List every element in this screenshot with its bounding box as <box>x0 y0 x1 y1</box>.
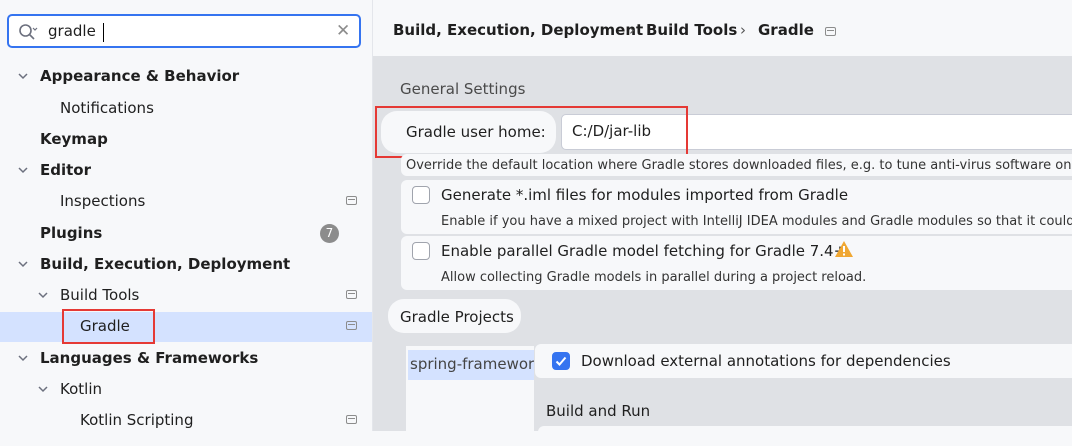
chevron-down-icon[interactable] <box>37 383 49 395</box>
checkmark-icon <box>555 356 567 366</box>
tree-item-kotlin-scripting[interactable]: Kotlin Scripting <box>0 406 372 436</box>
gradle-projects-list[interactable]: spring-framework <box>406 346 534 436</box>
tree-item-appearance-behavior[interactable]: Appearance & Behavior <box>0 62 372 92</box>
generate-iml-label[interactable]: Generate *.iml files for modules importe… <box>441 186 848 204</box>
tree-label: Build Tools <box>60 286 140 304</box>
gradle-settings-content: General Settings Gradle user home: C:/D/… <box>373 56 1072 446</box>
search-icon <box>19 24 38 40</box>
breadcrumb-separator: › <box>740 21 746 39</box>
tree-label: Notifications <box>60 99 154 117</box>
tree-label: Languages & Frameworks <box>40 349 259 367</box>
tree-label: Build, Execution, Deployment <box>40 255 291 273</box>
chevron-down-icon[interactable] <box>17 352 29 364</box>
tree-label: Inspections <box>60 192 146 210</box>
option-background <box>538 426 1072 446</box>
tree-item-inspections[interactable]: Inspections <box>0 187 372 217</box>
tree-label: Kotlin Scripting <box>80 411 194 429</box>
tree-item-build-execution-deployment[interactable]: Build, Execution, Deployment <box>0 250 372 280</box>
plugins-count-badge: 7 <box>320 224 339 243</box>
project-level-icon <box>346 415 357 424</box>
clear-search-icon[interactable]: ✕ <box>336 21 350 41</box>
general-settings-title: General Settings <box>400 80 526 98</box>
chevron-down-icon[interactable] <box>17 70 29 82</box>
breadcrumb-separator: › <box>629 21 635 39</box>
project-name: spring-framework <box>410 355 534 373</box>
generate-iml-checkbox[interactable] <box>412 186 430 204</box>
tree-item-languages-frameworks[interactable]: Languages & Frameworks <box>0 344 372 374</box>
breadcrumb-item-build[interactable]: Build, Execution, Deployment <box>393 21 643 39</box>
search-input-value[interactable]: gradle <box>48 22 96 40</box>
breadcrumb-item-gradle: Gradle <box>758 21 814 39</box>
highlight-box-gradle-user-home <box>375 106 688 158</box>
parallel-fetching-label[interactable]: Enable parallel Gradle model fetching fo… <box>441 242 846 260</box>
tree-item-notifications[interactable]: Notifications <box>0 94 372 124</box>
tree-label: Appearance & Behavior <box>40 67 240 85</box>
project-level-icon <box>346 196 357 205</box>
tree-item-kotlin[interactable]: Kotlin <box>0 375 372 405</box>
settings-search-field[interactable]: gradle ✕ <box>7 14 361 48</box>
download-annotations-checkbox[interactable] <box>552 352 570 370</box>
tree-item-plugins[interactable]: Plugins 7 <box>0 219 372 249</box>
generate-iml-hint: Enable if you have a mixed project with … <box>441 214 1072 229</box>
warning-icon[interactable] <box>834 240 854 258</box>
project-list-item[interactable]: spring-framework <box>408 350 534 380</box>
build-and-run-title: Build and Run <box>546 402 651 420</box>
gradle-user-home-hint: Override the default location where Grad… <box>406 158 1072 173</box>
project-level-icon <box>346 321 357 330</box>
project-level-icon <box>825 27 836 36</box>
text-caret <box>103 23 104 42</box>
highlight-box-gradle <box>62 309 155 344</box>
parallel-fetching-checkbox[interactable] <box>412 242 430 260</box>
download-annotations-label[interactable]: Download external annotations for depend… <box>581 352 951 370</box>
tree-item-build-tools[interactable]: Build Tools <box>0 281 372 311</box>
settings-tree-panel: gradle ✕ Appearance & Behavior Notificat… <box>0 0 373 431</box>
tree-item-editor[interactable]: Editor <box>0 156 372 186</box>
breadcrumb-item-build-tools[interactable]: Build Tools <box>646 21 737 39</box>
tree-label: Kotlin <box>60 380 102 398</box>
chevron-down-icon[interactable] <box>37 289 49 301</box>
chevron-down-icon[interactable] <box>17 164 29 176</box>
tree-item-keymap[interactable]: Keymap <box>0 125 372 155</box>
breadcrumb: Build, Execution, Deployment › Build Too… <box>373 0 1072 56</box>
tree-label: Editor <box>40 161 91 179</box>
tree-label: Keymap <box>40 130 108 148</box>
gradle-projects-title: Gradle Projects <box>400 308 514 326</box>
project-level-icon <box>346 290 357 299</box>
parallel-fetching-hint: Allow collecting Gradle models in parall… <box>441 270 867 285</box>
tree-label: Plugins <box>40 224 103 242</box>
tree-item-gradle[interactable]: Gradle <box>0 312 372 342</box>
chevron-down-icon[interactable] <box>17 258 29 270</box>
